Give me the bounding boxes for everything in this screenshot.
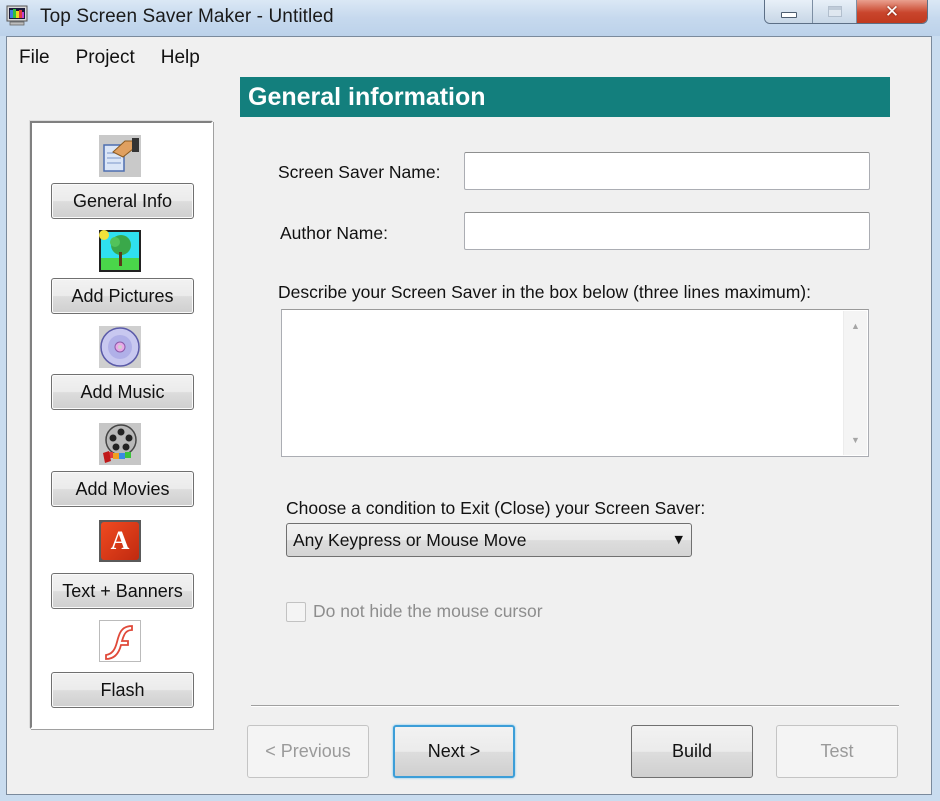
author-name-label: Author Name: — [280, 223, 388, 243]
minimize-icon — [780, 11, 797, 18]
tree-picture-icon — [99, 230, 141, 272]
app-monitor-icon — [6, 5, 28, 26]
hide-cursor-option[interactable]: Do not hide the mouse cursor — [286, 601, 543, 622]
flash-icon — [99, 620, 141, 662]
sidebar-add-music-button[interactable]: Add Music — [51, 374, 194, 410]
sidebar-add-movies-button[interactable]: Add Movies — [51, 471, 194, 507]
minimize-button[interactable] — [765, 0, 813, 23]
test-button[interactable]: Test — [776, 725, 898, 778]
film-reel-icon — [99, 423, 141, 465]
sidebar: General Info Add Pictures Add Music Add … — [30, 121, 213, 729]
screen-saver-name-input[interactable] — [464, 152, 870, 190]
sidebar-text-banners-button[interactable]: Text + Banners — [51, 573, 194, 609]
menu-project[interactable]: Project — [63, 45, 148, 71]
cd-disc-icon — [99, 326, 141, 368]
exit-condition-label: Choose a condition to Exit (Close) your … — [286, 498, 706, 518]
maximize-button[interactable] — [813, 0, 857, 23]
exit-condition-selected: Any Keypress or Mouse Move — [293, 530, 527, 550]
menu-bar: File Project Help — [7, 45, 213, 71]
window-title: Top Screen Saver Maker - Untitled — [40, 6, 334, 27]
scroll-up-arrow-icon[interactable]: ▲ — [844, 315, 867, 337]
hide-cursor-checkbox[interactable] — [286, 601, 306, 622]
description-textarea[interactable]: ▲ ▼ — [281, 309, 869, 457]
maximize-icon — [827, 6, 842, 17]
document-hand-icon — [99, 135, 141, 177]
scroll-down-arrow-icon[interactable]: ▼ — [844, 429, 867, 451]
screen-saver-name-label: Screen Saver Name: — [278, 162, 441, 182]
next-button[interactable]: Next > — [393, 725, 515, 778]
description-scrollbar[interactable]: ▲ ▼ — [843, 311, 867, 455]
letter-a-icon: A — [99, 520, 141, 562]
previous-button[interactable]: < Previous — [247, 725, 369, 778]
sidebar-add-pictures-button[interactable]: Add Pictures — [51, 278, 194, 314]
description-label: Describe your Screen Saver in the box be… — [278, 282, 811, 302]
chevron-down-icon: ▼ — [674, 533, 683, 546]
author-name-input[interactable] — [464, 212, 870, 250]
build-button[interactable]: Build — [631, 725, 753, 778]
menu-file[interactable]: File — [7, 45, 63, 71]
close-button[interactable]: ✕ — [857, 0, 927, 23]
hide-cursor-label: Do not hide the mouse cursor — [313, 601, 543, 621]
close-icon: ✕ — [884, 1, 900, 22]
window-controls: ✕ — [764, 0, 928, 24]
footer-separator — [251, 705, 899, 707]
sidebar-general-info-button[interactable]: General Info — [51, 183, 194, 219]
title-bar: Top Screen Saver Maker - Untitled ✕ — [0, 0, 940, 36]
sidebar-flash-button[interactable]: Flash — [51, 672, 194, 708]
client-area: File Project Help General Info Add Pictu… — [6, 36, 932, 795]
exit-condition-dropdown[interactable]: Any Keypress or Mouse Move ▼ — [286, 523, 692, 557]
menu-help[interactable]: Help — [148, 45, 213, 71]
section-header: General information — [240, 77, 890, 117]
